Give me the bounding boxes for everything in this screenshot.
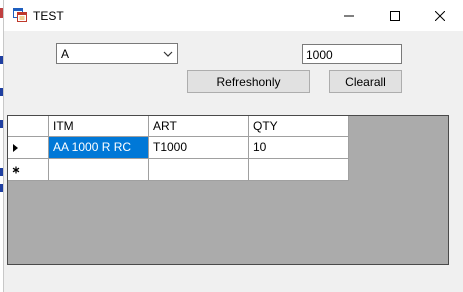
form-icon (13, 8, 27, 22)
row-header-current[interactable] (8, 137, 49, 159)
maximize-icon (390, 10, 400, 21)
form-window: TEST A 1000 Refreshonly Clearall ITM ART… (3, 0, 463, 292)
grid-corner-header[interactable] (8, 116, 49, 137)
new-cell-itm[interactable] (49, 159, 149, 181)
data-grid[interactable]: ITM ART QTY AA 1000 R RC T1000 10 (7, 115, 449, 265)
cell-qty[interactable]: 10 (249, 137, 349, 159)
refresh-only-button[interactable]: Refreshonly (187, 70, 310, 93)
combobox-selected-value: A (61, 47, 70, 61)
current-row-arrow-icon (13, 144, 18, 152)
close-button[interactable] (417, 0, 463, 31)
quantity-textbox[interactable]: 1000 (302, 44, 402, 64)
clear-all-button[interactable]: Clearall (329, 70, 402, 93)
minimize-icon (344, 15, 354, 16)
maximize-button[interactable] (372, 0, 418, 31)
row-header-new[interactable] (8, 159, 49, 181)
new-cell-qty[interactable] (249, 159, 349, 181)
chevron-down-icon[interactable] (162, 48, 174, 60)
cell-art[interactable]: T1000 (149, 137, 249, 159)
column-header-itm[interactable]: ITM (49, 116, 149, 137)
new-cell-art[interactable] (149, 159, 249, 181)
item-combobox[interactable]: A (56, 43, 178, 64)
column-header-art[interactable]: ART (149, 116, 249, 137)
title-bar[interactable]: TEST (4, 0, 463, 31)
minimize-button[interactable] (326, 0, 372, 31)
column-header-qty[interactable]: QTY (249, 116, 349, 137)
close-icon (435, 10, 445, 21)
textbox-value: 1000 (306, 48, 333, 62)
cell-itm[interactable]: AA 1000 R RC (49, 137, 149, 159)
new-row-asterisk-icon (12, 166, 20, 174)
window-title: TEST (33, 9, 64, 23)
